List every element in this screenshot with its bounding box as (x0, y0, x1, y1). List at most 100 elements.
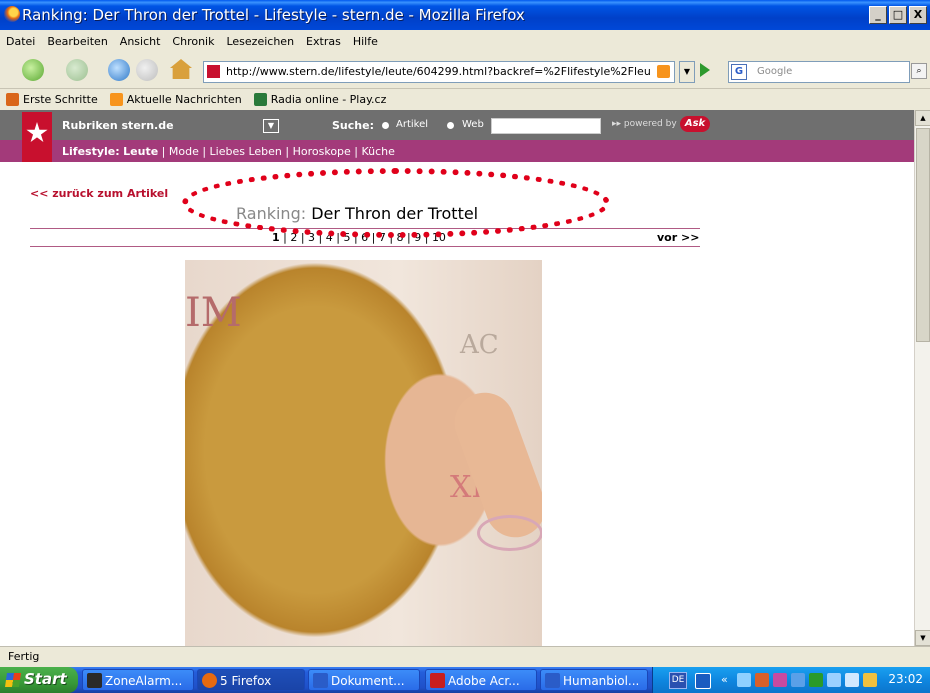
powered-by-label: ▸▸ powered by (612, 119, 677, 129)
stern-search-input[interactable] (491, 118, 601, 134)
window-controls: _ □ X (869, 6, 927, 24)
title-bar: Ranking: Der Thron der Trottel - Lifesty… (0, 0, 930, 30)
radio-icon (253, 93, 267, 106)
zonealarm-icon (87, 673, 102, 688)
firefox-icon (202, 673, 217, 688)
menu-bearbeiten[interactable]: Bearbeiten (47, 35, 107, 48)
bookmarks-toolbar: Erste Schritte Aktuelle Nachrichten Radi… (0, 89, 930, 110)
search-go-icon[interactable]: ⌕ (911, 63, 927, 79)
minimize-button[interactable]: _ (869, 6, 887, 24)
taskbar-firefox[interactable]: 5 Firefox (197, 669, 305, 691)
radio-artikel-label: Artikel (396, 119, 429, 130)
connection-icon[interactable] (827, 673, 841, 687)
vertical-scrollbar[interactable]: ▲ ▼ (914, 110, 930, 646)
search-placeholder: Google (757, 66, 793, 77)
language-indicator[interactable]: DE (669, 672, 687, 689)
taskbar-adobe[interactable]: Adobe Acr... (425, 669, 537, 691)
google-icon[interactable]: G (731, 64, 747, 80)
url-text[interactable]: http://www.stern.de/lifestyle/leute/6042… (226, 65, 651, 78)
bookmark-aktuelle-nachrichten[interactable]: Aktuelle Nachrichten (109, 93, 242, 106)
backdrop-text: IM (185, 290, 242, 336)
bracelet-shape (477, 515, 542, 551)
menu-lesezeichen[interactable]: Lesezeichen (226, 35, 294, 48)
star-icon (26, 122, 48, 143)
reload-icon[interactable] (108, 59, 130, 81)
menu-extras[interactable]: Extras (306, 35, 341, 48)
subnav-section: Lifestyle: (62, 145, 120, 158)
divider (30, 246, 700, 247)
network-icon[interactable] (737, 673, 751, 687)
taskbar: Start ZoneAlarm... 5 Firefox Dokument...… (0, 667, 930, 693)
volume-icon[interactable] (845, 673, 859, 687)
clock[interactable]: 23:02 (888, 672, 923, 686)
start-button[interactable]: Start (0, 667, 78, 693)
windows-logo-icon (5, 673, 21, 687)
subnav-leute[interactable]: Leute (123, 145, 158, 158)
bookmark-erste-schritte[interactable]: Erste Schritte (6, 93, 98, 106)
forward-icon[interactable] (66, 59, 88, 81)
rubriken-dropdown-icon[interactable]: ▼ (263, 119, 279, 133)
subnav-links[interactable]: | Mode | Liebes Leben | Horoskope | Küch… (158, 145, 395, 158)
menu-bar: Datei Bearbeiten Ansicht Chronik Lesezei… (0, 30, 930, 52)
rubriken-label: Rubriken stern.de (62, 119, 174, 132)
word-icon (313, 673, 328, 688)
close-button[interactable]: X (909, 6, 927, 24)
menu-ansicht[interactable]: Ansicht (120, 35, 161, 48)
taskbar-label: Dokument... (331, 674, 405, 688)
back-to-article-link[interactable]: << zurück zum Artikel (30, 187, 168, 200)
tray-expand-icon[interactable]: « (721, 673, 735, 687)
menu-chronik[interactable]: Chronik (172, 35, 214, 48)
firefox-icon (6, 93, 19, 106)
radio-web[interactable] (447, 122, 454, 129)
stop-icon[interactable] (136, 59, 158, 81)
ask-logo[interactable]: Ask (680, 116, 710, 132)
next-link[interactable]: vor >> (657, 231, 699, 244)
bookmark-label: Erste Schritte (23, 93, 98, 106)
go-icon[interactable] (700, 63, 710, 77)
tray-app-icon[interactable] (755, 673, 769, 687)
navigation-toolbar: http://www.stern.de/lifestyle/leute/6042… (0, 52, 930, 89)
taskbar-zonealarm[interactable]: ZoneAlarm... (82, 669, 194, 691)
page-content: Rubriken stern.de ▼ Suche: Artikel Web ▸… (0, 110, 914, 646)
bookmark-label: Aktuelle Nachrichten (126, 93, 242, 106)
start-label: Start (24, 670, 67, 688)
menu-datei[interactable]: Datei (6, 35, 35, 48)
system-tray: DE « 23:02 (652, 667, 930, 693)
taskbar-dokument[interactable]: Dokument... (308, 669, 420, 691)
menu-hilfe[interactable]: Hilfe (353, 35, 378, 48)
firefox-icon (4, 6, 20, 22)
wireless-icon[interactable] (791, 673, 805, 687)
red-dotted-annotation (182, 168, 610, 238)
rss-icon[interactable] (657, 65, 670, 78)
home-icon[interactable] (170, 59, 192, 79)
taskbar-label: Adobe Acr... (448, 674, 520, 688)
bookmark-radia-online[interactable]: Radia online - Play.cz (253, 93, 386, 106)
scroll-thumb[interactable] (916, 128, 930, 342)
stern-logo[interactable] (22, 112, 52, 162)
help-icon[interactable] (695, 673, 711, 689)
page-current[interactable]: 1 (272, 231, 280, 244)
maximize-button[interactable]: □ (889, 6, 907, 24)
stern-header: Rubriken stern.de ▼ Suche: Artikel Web ▸… (0, 110, 914, 140)
url-bar[interactable]: http://www.stern.de/lifestyle/leute/6042… (203, 61, 675, 83)
zonealarm-tray-icon[interactable] (809, 673, 823, 687)
favicon-icon (207, 65, 220, 78)
url-dropdown-icon[interactable]: ▼ (679, 61, 695, 83)
scroll-up-icon[interactable]: ▲ (915, 110, 930, 126)
radio-artikel[interactable] (382, 122, 389, 129)
status-text: Fertig (8, 650, 40, 663)
tray-app-icon[interactable] (773, 673, 787, 687)
acrobat-icon (430, 673, 445, 688)
search-input[interactable]: G Google (728, 61, 910, 83)
taskbar-humanbiol[interactable]: Humanbiol... (540, 669, 648, 691)
article-photo: IM AC XI (185, 260, 542, 646)
taskbar-label: ZoneAlarm... (105, 674, 183, 688)
rss-icon (109, 93, 123, 106)
taskbar-label: 5 Firefox (220, 674, 272, 688)
taskbar-label: Humanbiol... (563, 674, 640, 688)
back-icon[interactable] (22, 59, 44, 81)
window-title: Ranking: Der Thron der Trottel - Lifesty… (22, 6, 525, 24)
scroll-down-icon[interactable]: ▼ (915, 630, 930, 646)
radio-web-label: Web (462, 119, 484, 130)
tray-app-icon[interactable] (863, 673, 877, 687)
